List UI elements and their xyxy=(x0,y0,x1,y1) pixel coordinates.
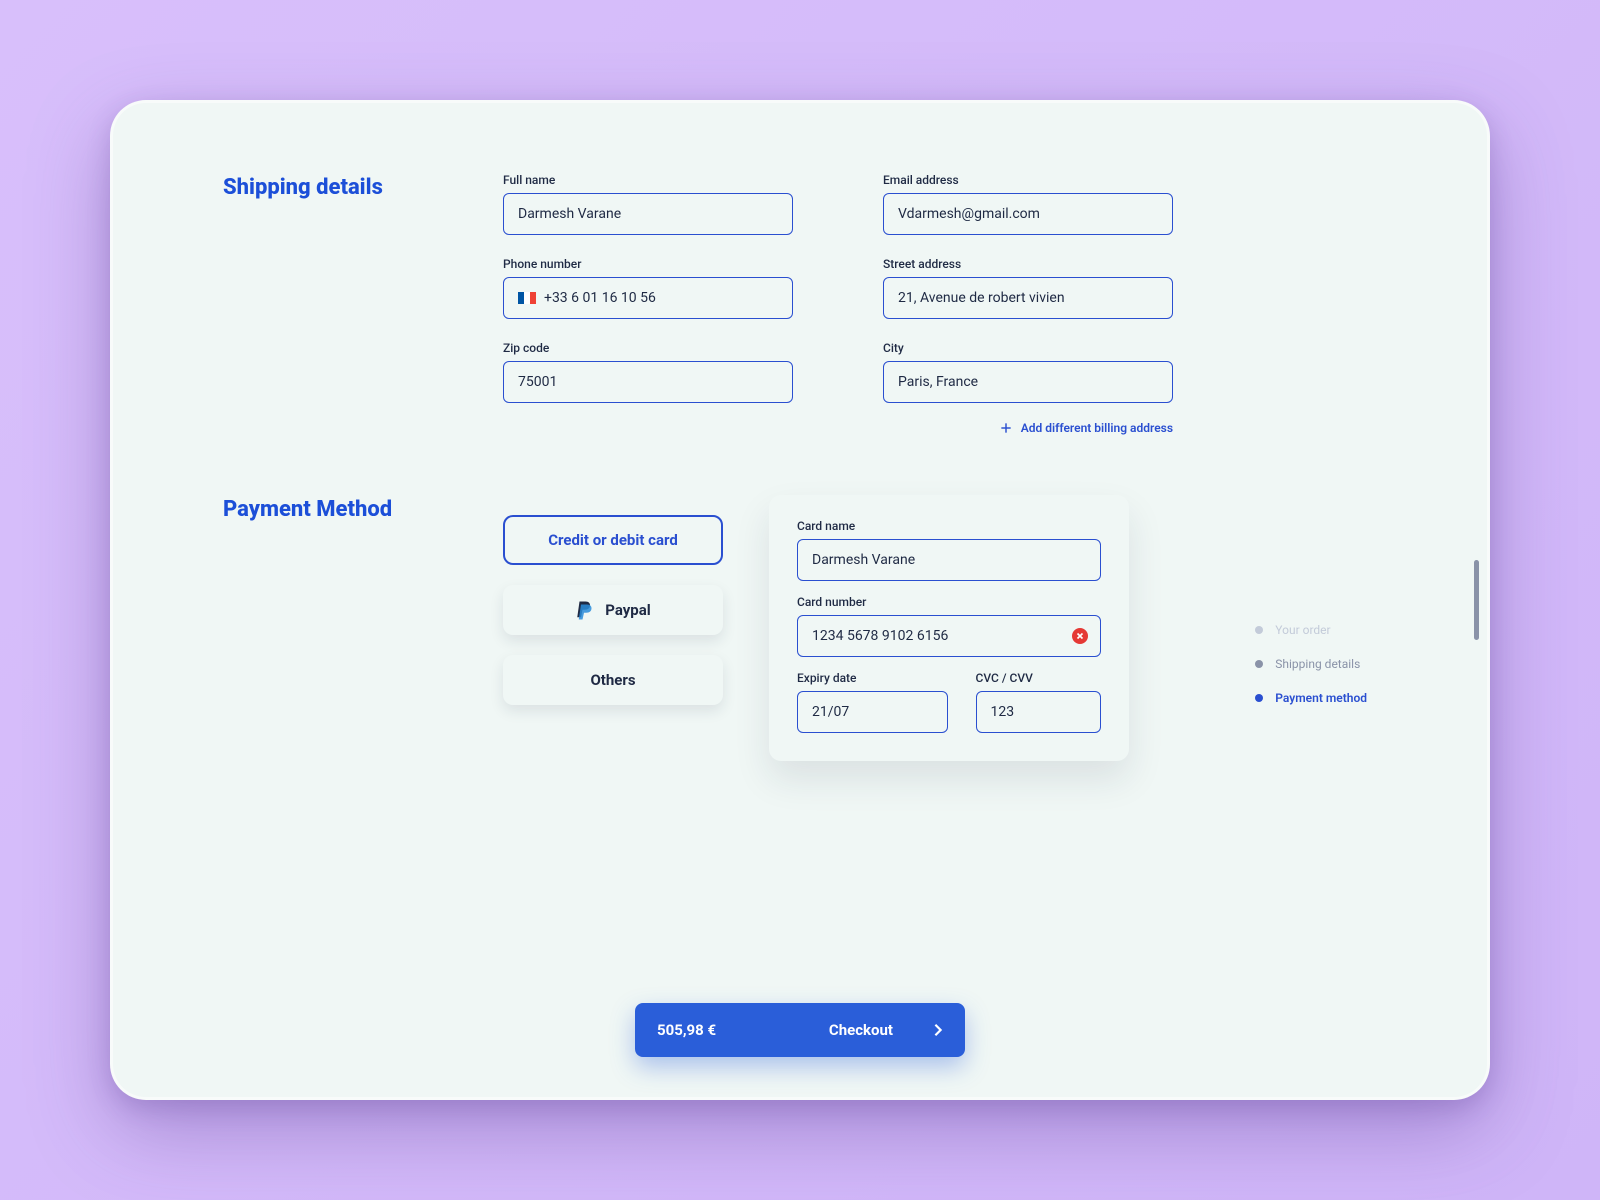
city-value: Paris, France xyxy=(898,374,978,390)
device-frame: Shipping details Full name Darmesh Varan… xyxy=(110,100,1490,1100)
dot-icon xyxy=(1255,694,1263,702)
street-input[interactable]: 21, Avenue de robert vivien xyxy=(883,277,1173,319)
add-billing-button[interactable]: Add different billing address xyxy=(883,421,1173,435)
scrollbar[interactable] xyxy=(1474,560,1479,640)
city-field: City Paris, France xyxy=(883,341,1173,403)
expiry-input[interactable]: 21/07 xyxy=(797,691,948,733)
card-number-value: 1234 5678 9102 6156 xyxy=(812,628,948,644)
dot-icon xyxy=(1255,660,1263,668)
phone-value: +33 6 01 16 10 56 xyxy=(544,290,656,306)
expiry-field: Expiry date 21/07 xyxy=(797,671,948,733)
cvc-field: CVC / CVV 123 xyxy=(976,671,1101,733)
expiry-value: 21/07 xyxy=(812,704,849,720)
checkout-total: 505,98 € xyxy=(657,1021,716,1039)
zip-input[interactable]: 75001 xyxy=(503,361,793,403)
progress-step-payment[interactable]: Payment method xyxy=(1255,691,1367,705)
progress-rail: Your order Shipping details Payment meth… xyxy=(1255,623,1367,705)
full-name-field: Full name Darmesh Varane xyxy=(503,173,793,235)
progress-step-shipping[interactable]: Shipping details xyxy=(1255,657,1367,671)
phone-field: Phone number +33 6 01 16 10 56 xyxy=(503,257,793,319)
dot-icon xyxy=(1255,626,1263,634)
street-field: Street address 21, Avenue de robert vivi… xyxy=(883,257,1173,319)
tab-credit-card[interactable]: Credit or debit card xyxy=(503,515,723,565)
phone-label: Phone number xyxy=(503,257,793,271)
full-name-label: Full name xyxy=(503,173,793,187)
card-name-field: Card name Darmesh Varane xyxy=(797,519,1101,581)
street-label: Street address xyxy=(883,257,1173,271)
card-details-panel: Card name Darmesh Varane Card number 123… xyxy=(769,495,1129,761)
full-name-value: Darmesh Varane xyxy=(518,206,621,222)
street-value: 21, Avenue de robert vivien xyxy=(898,290,1065,306)
shipping-section: Shipping details Full name Darmesh Varan… xyxy=(223,173,1377,435)
zip-label: Zip code xyxy=(503,341,793,355)
card-name-value: Darmesh Varane xyxy=(812,552,915,568)
progress-shipping-label: Shipping details xyxy=(1275,657,1360,671)
email-input[interactable]: Vdarmesh@gmail.com xyxy=(883,193,1173,235)
card-number-input[interactable]: 1234 5678 9102 6156 xyxy=(797,615,1101,657)
payment-title: Payment Method xyxy=(223,495,423,761)
shipping-title: Shipping details xyxy=(223,173,423,435)
city-input[interactable]: Paris, France xyxy=(883,361,1173,403)
cvc-label: CVC / CVV xyxy=(976,671,1101,685)
card-name-label: Card name xyxy=(797,519,1101,533)
progress-step-order[interactable]: Your order xyxy=(1255,623,1367,637)
payment-method-tabs: Credit or debit card Paypal Others xyxy=(503,495,723,761)
plus-icon xyxy=(999,421,1013,435)
chevron-right-icon xyxy=(933,1023,943,1037)
email-field: Email address Vdarmesh@gmail.com xyxy=(883,173,1173,235)
checkout-label: Checkout xyxy=(829,1021,893,1039)
paypal-icon xyxy=(575,600,593,620)
add-billing-label: Add different billing address xyxy=(1021,421,1173,435)
payment-section: Payment Method Credit or debit card Payp… xyxy=(223,495,1377,761)
email-label: Email address xyxy=(883,173,1173,187)
flag-france-icon xyxy=(518,292,536,304)
tab-paypal-label: Paypal xyxy=(605,601,651,619)
card-number-label: Card number xyxy=(797,595,1101,609)
phone-input[interactable]: +33 6 01 16 10 56 xyxy=(503,277,793,319)
progress-payment-label: Payment method xyxy=(1275,691,1367,705)
tab-paypal[interactable]: Paypal xyxy=(503,585,723,635)
cvc-input[interactable]: 123 xyxy=(976,691,1101,733)
tab-others-label: Others xyxy=(590,671,635,689)
city-label: City xyxy=(883,341,1173,355)
zip-value: 75001 xyxy=(518,374,557,390)
email-value: Vdarmesh@gmail.com xyxy=(898,206,1040,222)
progress-order-label: Your order xyxy=(1275,623,1330,637)
error-icon xyxy=(1072,628,1088,644)
checkout-button[interactable]: 505,98 € Checkout xyxy=(635,1003,965,1057)
card-name-input[interactable]: Darmesh Varane xyxy=(797,539,1101,581)
expiry-label: Expiry date xyxy=(797,671,948,685)
full-name-input[interactable]: Darmesh Varane xyxy=(503,193,793,235)
tab-others[interactable]: Others xyxy=(503,655,723,705)
zip-field: Zip code 75001 xyxy=(503,341,793,403)
card-number-field: Card number 1234 5678 9102 6156 xyxy=(797,595,1101,657)
cvc-value: 123 xyxy=(991,704,1015,720)
tab-credit-card-label: Credit or debit card xyxy=(548,531,678,549)
